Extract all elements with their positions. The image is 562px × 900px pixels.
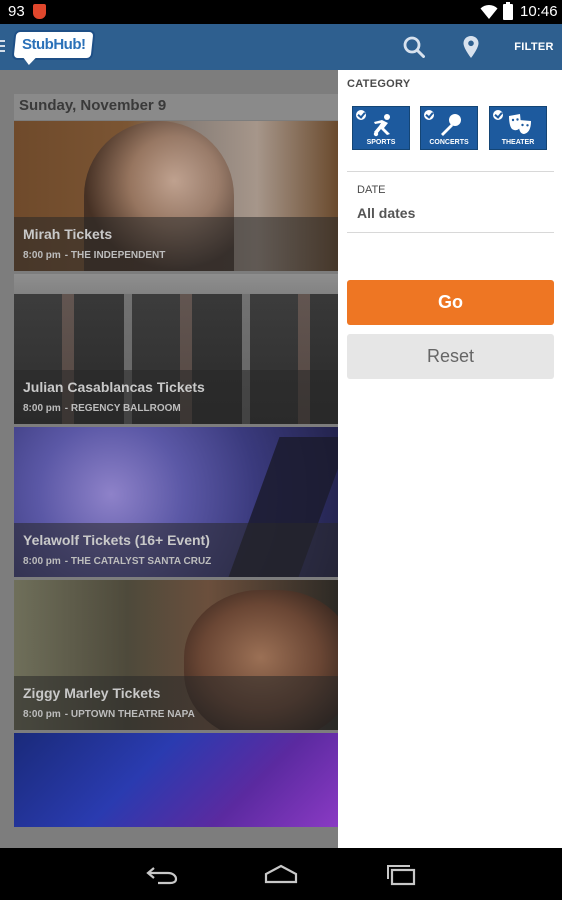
date-label: DATE	[357, 184, 386, 196]
search-icon[interactable]	[403, 36, 425, 58]
event-card[interactable]: Mirah Tickets 8:00 pm - THE INDEPENDENT	[14, 121, 338, 271]
category-concerts[interactable]: CONCERTS	[420, 106, 478, 150]
category-name: THEATER	[501, 139, 535, 146]
check-icon	[424, 110, 434, 120]
event-time: 8:00 pm	[23, 403, 61, 414]
event-name: Mirah Tickets	[23, 226, 113, 242]
event-venue: - REGENCY BALLROOM	[64, 403, 181, 414]
event-name: Yelawolf Tickets (16+ Event)	[23, 532, 210, 548]
notification-icon	[33, 4, 46, 19]
event-venue: - UPTOWN THEATRE NAPA	[64, 709, 195, 720]
back-icon[interactable]	[144, 862, 180, 886]
filter-panel: CATEGORY SPORTS CONCERTS THEATER DATE Al…	[338, 70, 562, 848]
menu-icon[interactable]	[0, 40, 5, 54]
event-time: 8:00 pm	[23, 556, 61, 567]
go-button[interactable]: Go	[347, 280, 554, 325]
event-card[interactable]: Julian Casablancas Tickets 8:00 pm - REGE…	[14, 274, 338, 424]
event-venue: - THE CATALYST SANTA CRUZ	[64, 556, 212, 567]
event-name: Julian Casablancas Tickets	[23, 379, 205, 395]
date-selector[interactable]: All dates	[357, 205, 415, 221]
battery-icon	[503, 2, 513, 20]
event-image	[14, 733, 338, 827]
date-header: Sunday, November 9	[14, 94, 338, 120]
clock: 10:46	[520, 3, 558, 20]
sports-icon	[373, 114, 390, 137]
event-name: Ziggy Marley Tickets	[23, 685, 161, 701]
event-card[interactable]: Ziggy Marley Tickets 8:00 pm - UPTOWN THE…	[14, 580, 338, 730]
navigation-bar	[0, 848, 562, 900]
stubhub-logo[interactable]: StubHub!	[11, 30, 97, 60]
logo-text: StubHub!	[22, 36, 86, 53]
category-label: CATEGORY	[347, 78, 411, 90]
event-card[interactable]: Yelawolf Tickets (16+ Event) 8:00 pm - TH…	[14, 427, 338, 577]
filter-button[interactable]: FILTER	[506, 24, 562, 70]
status-bar: 93 10:46	[0, 0, 562, 24]
microphone-icon	[441, 114, 461, 136]
event-list: Sunday, November 9 Mirah Tickets 8:00 pm…	[0, 70, 338, 848]
divider	[347, 232, 554, 233]
category-name: CONCERTS	[429, 139, 469, 146]
reset-button[interactable]: Reset	[347, 334, 554, 379]
action-bar: StubHub! FILTER	[0, 24, 562, 70]
check-icon	[356, 110, 366, 120]
wifi-icon	[480, 4, 498, 19]
location-pin-icon[interactable]	[462, 35, 480, 59]
recent-apps-icon[interactable]	[383, 862, 419, 886]
category-name: SPORTS	[366, 139, 396, 146]
theater-masks-icon	[509, 114, 531, 134]
event-time: 8:00 pm	[23, 250, 61, 261]
notification-count: 93	[8, 3, 25, 20]
event-time: 8:00 pm	[23, 709, 61, 720]
event-card[interactable]	[14, 733, 338, 827]
category-sports[interactable]: SPORTS	[352, 106, 410, 150]
home-icon[interactable]	[263, 862, 299, 886]
event-venue: - THE INDEPENDENT	[64, 250, 166, 261]
divider	[347, 171, 554, 172]
check-icon	[493, 110, 503, 120]
category-theater[interactable]: THEATER	[489, 106, 547, 150]
